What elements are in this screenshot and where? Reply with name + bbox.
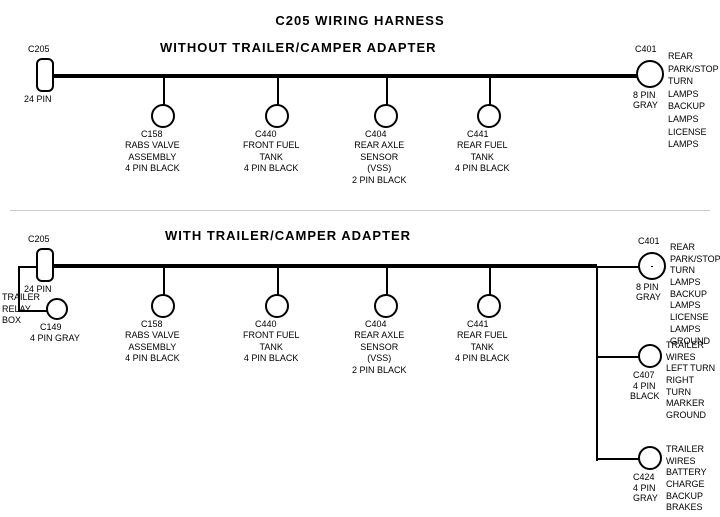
s1-c441-vline <box>489 76 491 106</box>
page-title: C205 WIRING HARNESS <box>0 5 720 28</box>
s2-c424-id: C424 <box>633 472 655 484</box>
s1-c440-desc: FRONT FUELTANK4 PIN BLACK <box>243 140 299 175</box>
s1-c440-circle <box>265 104 289 128</box>
s2-c401-color: GRAY <box>636 292 661 304</box>
s1-c441-desc: REAR FUELTANK4 PIN BLACK <box>455 140 510 175</box>
s2-c424-circle <box>638 446 662 470</box>
s2-c149-id: C149 <box>40 322 62 334</box>
s1-c404-vline <box>386 76 388 106</box>
s2-c407-id: C407 <box>633 370 655 382</box>
s2-c404-vline <box>386 266 388 296</box>
s1-c158-desc: RABS VALVEASSEMBLY4 PIN BLACK <box>125 140 180 175</box>
s1-c404-circle <box>374 104 398 128</box>
s2-c440-vline <box>277 266 279 296</box>
section2-c205-rect <box>36 248 54 282</box>
s1-c158-id: C158 <box>141 129 163 141</box>
s1-c404-id: C404 <box>365 129 387 141</box>
section1-main-line <box>52 74 656 78</box>
s2-c440-desc: FRONT FUELTANK4 PIN BLACK <box>243 330 299 365</box>
section2-main-line <box>52 264 597 268</box>
s2-relay-hline <box>18 266 36 268</box>
s2-c407-color: BLACK <box>630 391 660 403</box>
section1-c205-rect <box>36 58 54 92</box>
s2-c424-desc: TRAILER WIRESBATTERY CHARGEBACKUPBRAKES <box>666 444 720 514</box>
s2-c440-circle <box>265 294 289 318</box>
wiring-diagram: C205 WIRING HARNESS WITHOUT TRAILER/CAMP… <box>0 0 720 500</box>
s2-relay-label: TRAILERRELAYBOX <box>2 292 40 327</box>
s1-c440-vline <box>277 76 279 106</box>
section2-c205-id: C205 <box>28 234 50 246</box>
section1-c401-desc: REAR PARK/STOPTURN LAMPSBACKUP LAMPSLICE… <box>668 50 720 151</box>
s2-c401-desc: REAR PARK/STOPTURN LAMPSBACKUP LAMPSLICE… <box>670 242 720 347</box>
s2-c149-circle <box>46 298 68 320</box>
s2-c158-id: C158 <box>141 319 163 331</box>
s2-c441-desc: REAR FUELTANK4 PIN BLACK <box>455 330 510 365</box>
s2-c407-hline <box>596 356 640 358</box>
s2-c149-desc: 4 PIN GRAY <box>30 333 80 345</box>
section1-c401-color: GRAY <box>633 100 658 112</box>
s2-c404-id: C404 <box>365 319 387 331</box>
s2-c401-id: C401 <box>638 236 660 248</box>
divider <box>10 210 710 211</box>
s2-c158-vline <box>163 266 165 296</box>
s2-c441-vline <box>489 266 491 296</box>
s2-right-vline <box>596 266 598 461</box>
section1-c401-circle <box>636 60 664 88</box>
s1-c158-circle <box>151 104 175 128</box>
s1-c404-desc: REAR AXLESENSOR(VSS)2 PIN BLACK <box>352 140 407 187</box>
s2-c424-color: GRAY <box>633 493 658 505</box>
s2-c404-desc: REAR AXLESENSOR(VSS)2 PIN BLACK <box>352 330 407 377</box>
s1-c158-vline <box>163 76 165 106</box>
s2-c424-hline <box>596 458 640 460</box>
section1-c205-id: C205 <box>28 44 50 56</box>
s2-c404-circle <box>374 294 398 318</box>
s1-c441-circle <box>477 104 501 128</box>
s2-c407-circle <box>638 344 662 368</box>
s2-c441-id: C441 <box>467 319 489 331</box>
section2-label: WITH TRAILER/CAMPER ADAPTER <box>165 228 411 243</box>
s2-c407-desc: TRAILER WIRESLEFT TURNRIGHT TURNMARKERGR… <box>666 340 720 422</box>
section1-c205-pins: 24 PIN <box>24 94 52 106</box>
s2-c401-vline-up <box>651 266 653 267</box>
s2-c441-circle <box>477 294 501 318</box>
s2-c158-circle <box>151 294 175 318</box>
section1-c401-id: C401 <box>635 44 657 56</box>
s1-c440-id: C440 <box>255 129 277 141</box>
s1-c441-id: C441 <box>467 129 489 141</box>
s2-c158-desc: RABS VALVEASSEMBLY4 PIN BLACK <box>125 330 180 365</box>
section1-label: WITHOUT TRAILER/CAMPER ADAPTER <box>160 40 437 55</box>
s2-c401-hline <box>596 266 640 268</box>
s2-c440-id: C440 <box>255 319 277 331</box>
